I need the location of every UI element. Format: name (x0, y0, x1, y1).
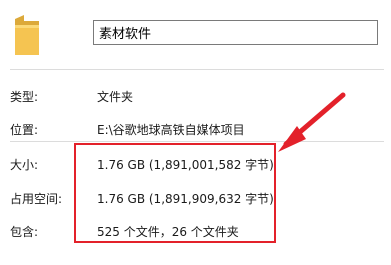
file-name-input[interactable] (93, 20, 378, 45)
type-label: 类型: (10, 90, 39, 104)
type-value: 文件夹 (97, 90, 134, 104)
divider (10, 141, 384, 142)
location-value: E:\谷歌地球高铁自媒体项目 (97, 123, 245, 137)
location-label: 位置: (10, 123, 39, 137)
divider (10, 69, 384, 70)
folder-icon (15, 15, 39, 55)
size-label: 大小: (10, 158, 39, 172)
size-on-disk-label: 占用空间: (10, 192, 63, 206)
highlight-box (74, 143, 276, 243)
contains-label: 包含: (10, 225, 39, 239)
